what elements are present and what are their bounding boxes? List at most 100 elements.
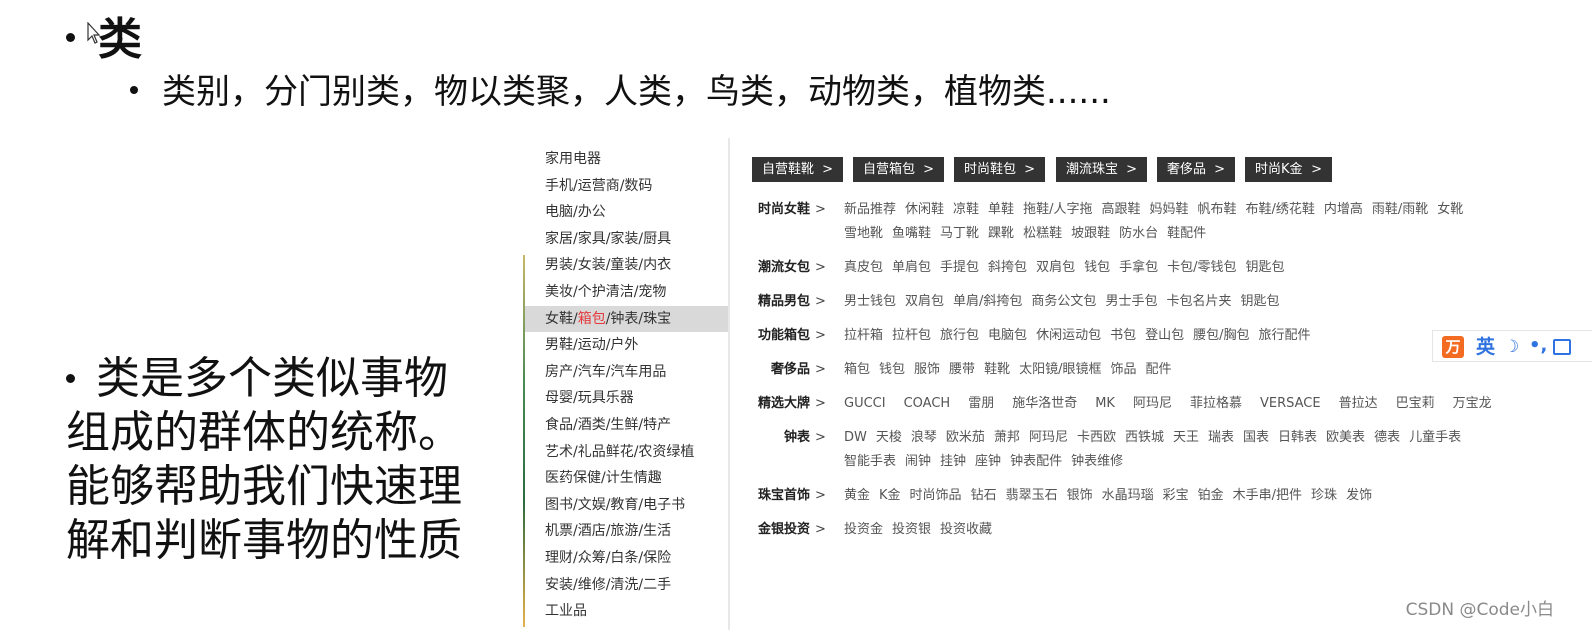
category-link[interactable]: 单鞋	[988, 202, 1014, 217]
category-link[interactable]: 钻石	[971, 488, 997, 503]
category-label[interactable]: 奢侈品	[740, 360, 810, 380]
category-link[interactable]: 内增高	[1324, 202, 1363, 217]
tag-button[interactable]: 自营箱包 >	[853, 157, 944, 182]
category-link[interactable]: 卡包名片夹	[1166, 294, 1231, 309]
sidebar-item[interactable]: 房产/汽车/汽车用品	[525, 359, 728, 385]
category-link[interactable]: 雨鞋/雨靴	[1372, 202, 1428, 217]
tag-button[interactable]: 时尚K金 >	[1245, 157, 1332, 182]
category-link[interactable]: 坡跟鞋	[1071, 226, 1110, 241]
category-link[interactable]: 德表	[1374, 430, 1400, 445]
category-link[interactable]: DW	[844, 430, 867, 445]
category-label[interactable]: 精选大牌	[740, 394, 810, 414]
category-link[interactable]: 万宝龙	[1453, 396, 1492, 411]
category-link[interactable]: 日韩表	[1278, 430, 1317, 445]
category-link[interactable]: 拉杆箱	[844, 328, 883, 343]
sidebar-item[interactable]: 医药保健/计生情趣	[525, 465, 728, 491]
category-link[interactable]: 电脑包	[988, 328, 1027, 343]
category-link[interactable]: 彩宝	[1163, 488, 1189, 503]
category-link[interactable]: 新品推荐	[844, 202, 896, 217]
sidebar-item-highlight[interactable]: 箱包	[578, 311, 606, 327]
category-link[interactable]: 钥匙包	[1240, 294, 1279, 309]
ime-language-toggle[interactable]: 英	[1476, 334, 1495, 360]
sidebar-item[interactable]: 家居/家具/家装/厨具	[525, 226, 728, 252]
sidebar-item[interactable]: 手机/运营商/数码	[525, 173, 728, 199]
category-link[interactable]: 登山包	[1145, 328, 1184, 343]
category-label[interactable]: 珠宝首饰	[740, 486, 810, 506]
sidebar-item[interactable]: 电脑/办公	[525, 199, 728, 225]
category-link[interactable]: 鞋靴	[984, 362, 1010, 377]
sidebar-item[interactable]: 理财/众筹/白条/保险	[525, 545, 728, 571]
category-link[interactable]: 鱼嘴鞋	[892, 226, 931, 241]
tag-button[interactable]: 潮流珠宝 >	[1056, 157, 1147, 182]
sidebar-item[interactable]: 家用电器	[525, 146, 728, 172]
category-link[interactable]: 商务公文包	[1031, 294, 1096, 309]
category-link[interactable]: 配件	[1145, 362, 1171, 377]
category-link[interactable]: 银饰	[1067, 488, 1093, 503]
category-link[interactable]: 太阳镜/眼镜框	[1019, 362, 1101, 377]
category-link[interactable]: 儿童手表	[1409, 430, 1461, 445]
sidebar-item[interactable]: 男鞋/运动/户外	[525, 332, 728, 358]
category-link[interactable]: 瑞表	[1208, 430, 1234, 445]
category-link[interactable]: 雷朋	[968, 396, 994, 411]
tag-button[interactable]: 奢侈品 >	[1157, 157, 1235, 182]
category-link[interactable]: 投资收藏	[940, 522, 992, 537]
ime-logo-icon[interactable]: 万	[1442, 336, 1464, 358]
category-link[interactable]: 钥匙包	[1246, 260, 1285, 275]
category-link[interactable]: 凉鞋	[953, 202, 979, 217]
category-link[interactable]: 双肩包	[1036, 260, 1075, 275]
category-link[interactable]: K金	[879, 488, 901, 503]
category-link[interactable]: 西铁城	[1125, 430, 1164, 445]
category-link[interactable]: GUCCI	[844, 396, 886, 411]
category-link[interactable]: 单肩/斜挎包	[953, 294, 1022, 309]
category-link[interactable]: 钱包	[879, 362, 905, 377]
category-link[interactable]: 阿玛尼	[1029, 430, 1068, 445]
category-link[interactable]: 卡西欧	[1077, 430, 1116, 445]
sidebar-item[interactable]: 食品/酒类/生鲜/特产	[525, 412, 728, 438]
category-link[interactable]: 钟表维修	[1071, 454, 1123, 469]
category-link[interactable]: 智能手表	[844, 454, 896, 469]
sidebar-item[interactable]: 机票/酒店/旅游/生活	[525, 518, 728, 544]
category-link[interactable]: 斜挎包	[988, 260, 1027, 275]
category-link[interactable]: 翡翠玉石	[1006, 488, 1058, 503]
category-link[interactable]: 女靴	[1437, 202, 1463, 217]
category-link[interactable]: 菲拉格慕	[1190, 396, 1242, 411]
tag-button[interactable]: 时尚鞋包 >	[954, 157, 1045, 182]
category-link[interactable]: 松糕鞋	[1023, 226, 1062, 241]
category-link[interactable]: 真皮包	[844, 260, 883, 275]
category-label[interactable]: 钟表	[740, 428, 810, 448]
moon-icon[interactable]: ☽	[1504, 336, 1519, 358]
category-link[interactable]: 卡包/零钱包	[1167, 260, 1236, 275]
category-link[interactable]: 书包	[1110, 328, 1136, 343]
tag-button[interactable]: 自营鞋靴 >	[752, 157, 843, 182]
category-link[interactable]: 服饰	[914, 362, 940, 377]
category-link[interactable]: 旅行配件	[1259, 328, 1311, 343]
category-label[interactable]: 时尚女鞋	[740, 200, 810, 220]
sidebar-item[interactable]: 艺术/礼品鲜花/农资绿植	[525, 439, 728, 465]
category-link[interactable]: 施华洛世奇	[1012, 396, 1077, 411]
category-link[interactable]: 萧邦	[994, 430, 1020, 445]
category-link[interactable]: 钟表配件	[1010, 454, 1062, 469]
category-link[interactable]: 马丁靴	[940, 226, 979, 241]
category-link[interactable]: MK	[1095, 396, 1115, 411]
category-link[interactable]: 钱包	[1084, 260, 1110, 275]
sidebar-item[interactable]: 女鞋/箱包/钟表/珠宝	[525, 305, 728, 332]
category-label[interactable]: 功能箱包	[740, 326, 810, 346]
category-link[interactable]: 浪琴	[911, 430, 937, 445]
category-link[interactable]: 铂金	[1198, 488, 1224, 503]
category-link[interactable]: 投资银	[892, 522, 931, 537]
category-link[interactable]: 双肩包	[905, 294, 944, 309]
category-link[interactable]: 手拿包	[1119, 260, 1158, 275]
category-link[interactable]: 闹钟	[905, 454, 931, 469]
punctuation-icon[interactable]: •,	[1529, 335, 1547, 357]
category-link[interactable]: 天梭	[876, 430, 902, 445]
category-link[interactable]: 布鞋/绣花鞋	[1246, 202, 1315, 217]
category-link[interactable]: 旅行包	[940, 328, 979, 343]
category-link[interactable]: 挂钟	[940, 454, 966, 469]
keyboard-icon[interactable]	[1553, 339, 1571, 355]
category-link[interactable]: 座钟	[975, 454, 1001, 469]
category-label[interactable]: 金银投资	[740, 520, 810, 540]
sidebar-item[interactable]: 男装/女装/童装/内衣	[525, 252, 728, 278]
category-link[interactable]: 黄金	[844, 488, 870, 503]
category-link[interactable]: 防水台	[1119, 226, 1158, 241]
category-link[interactable]: 腰包/胸包	[1193, 328, 1249, 343]
